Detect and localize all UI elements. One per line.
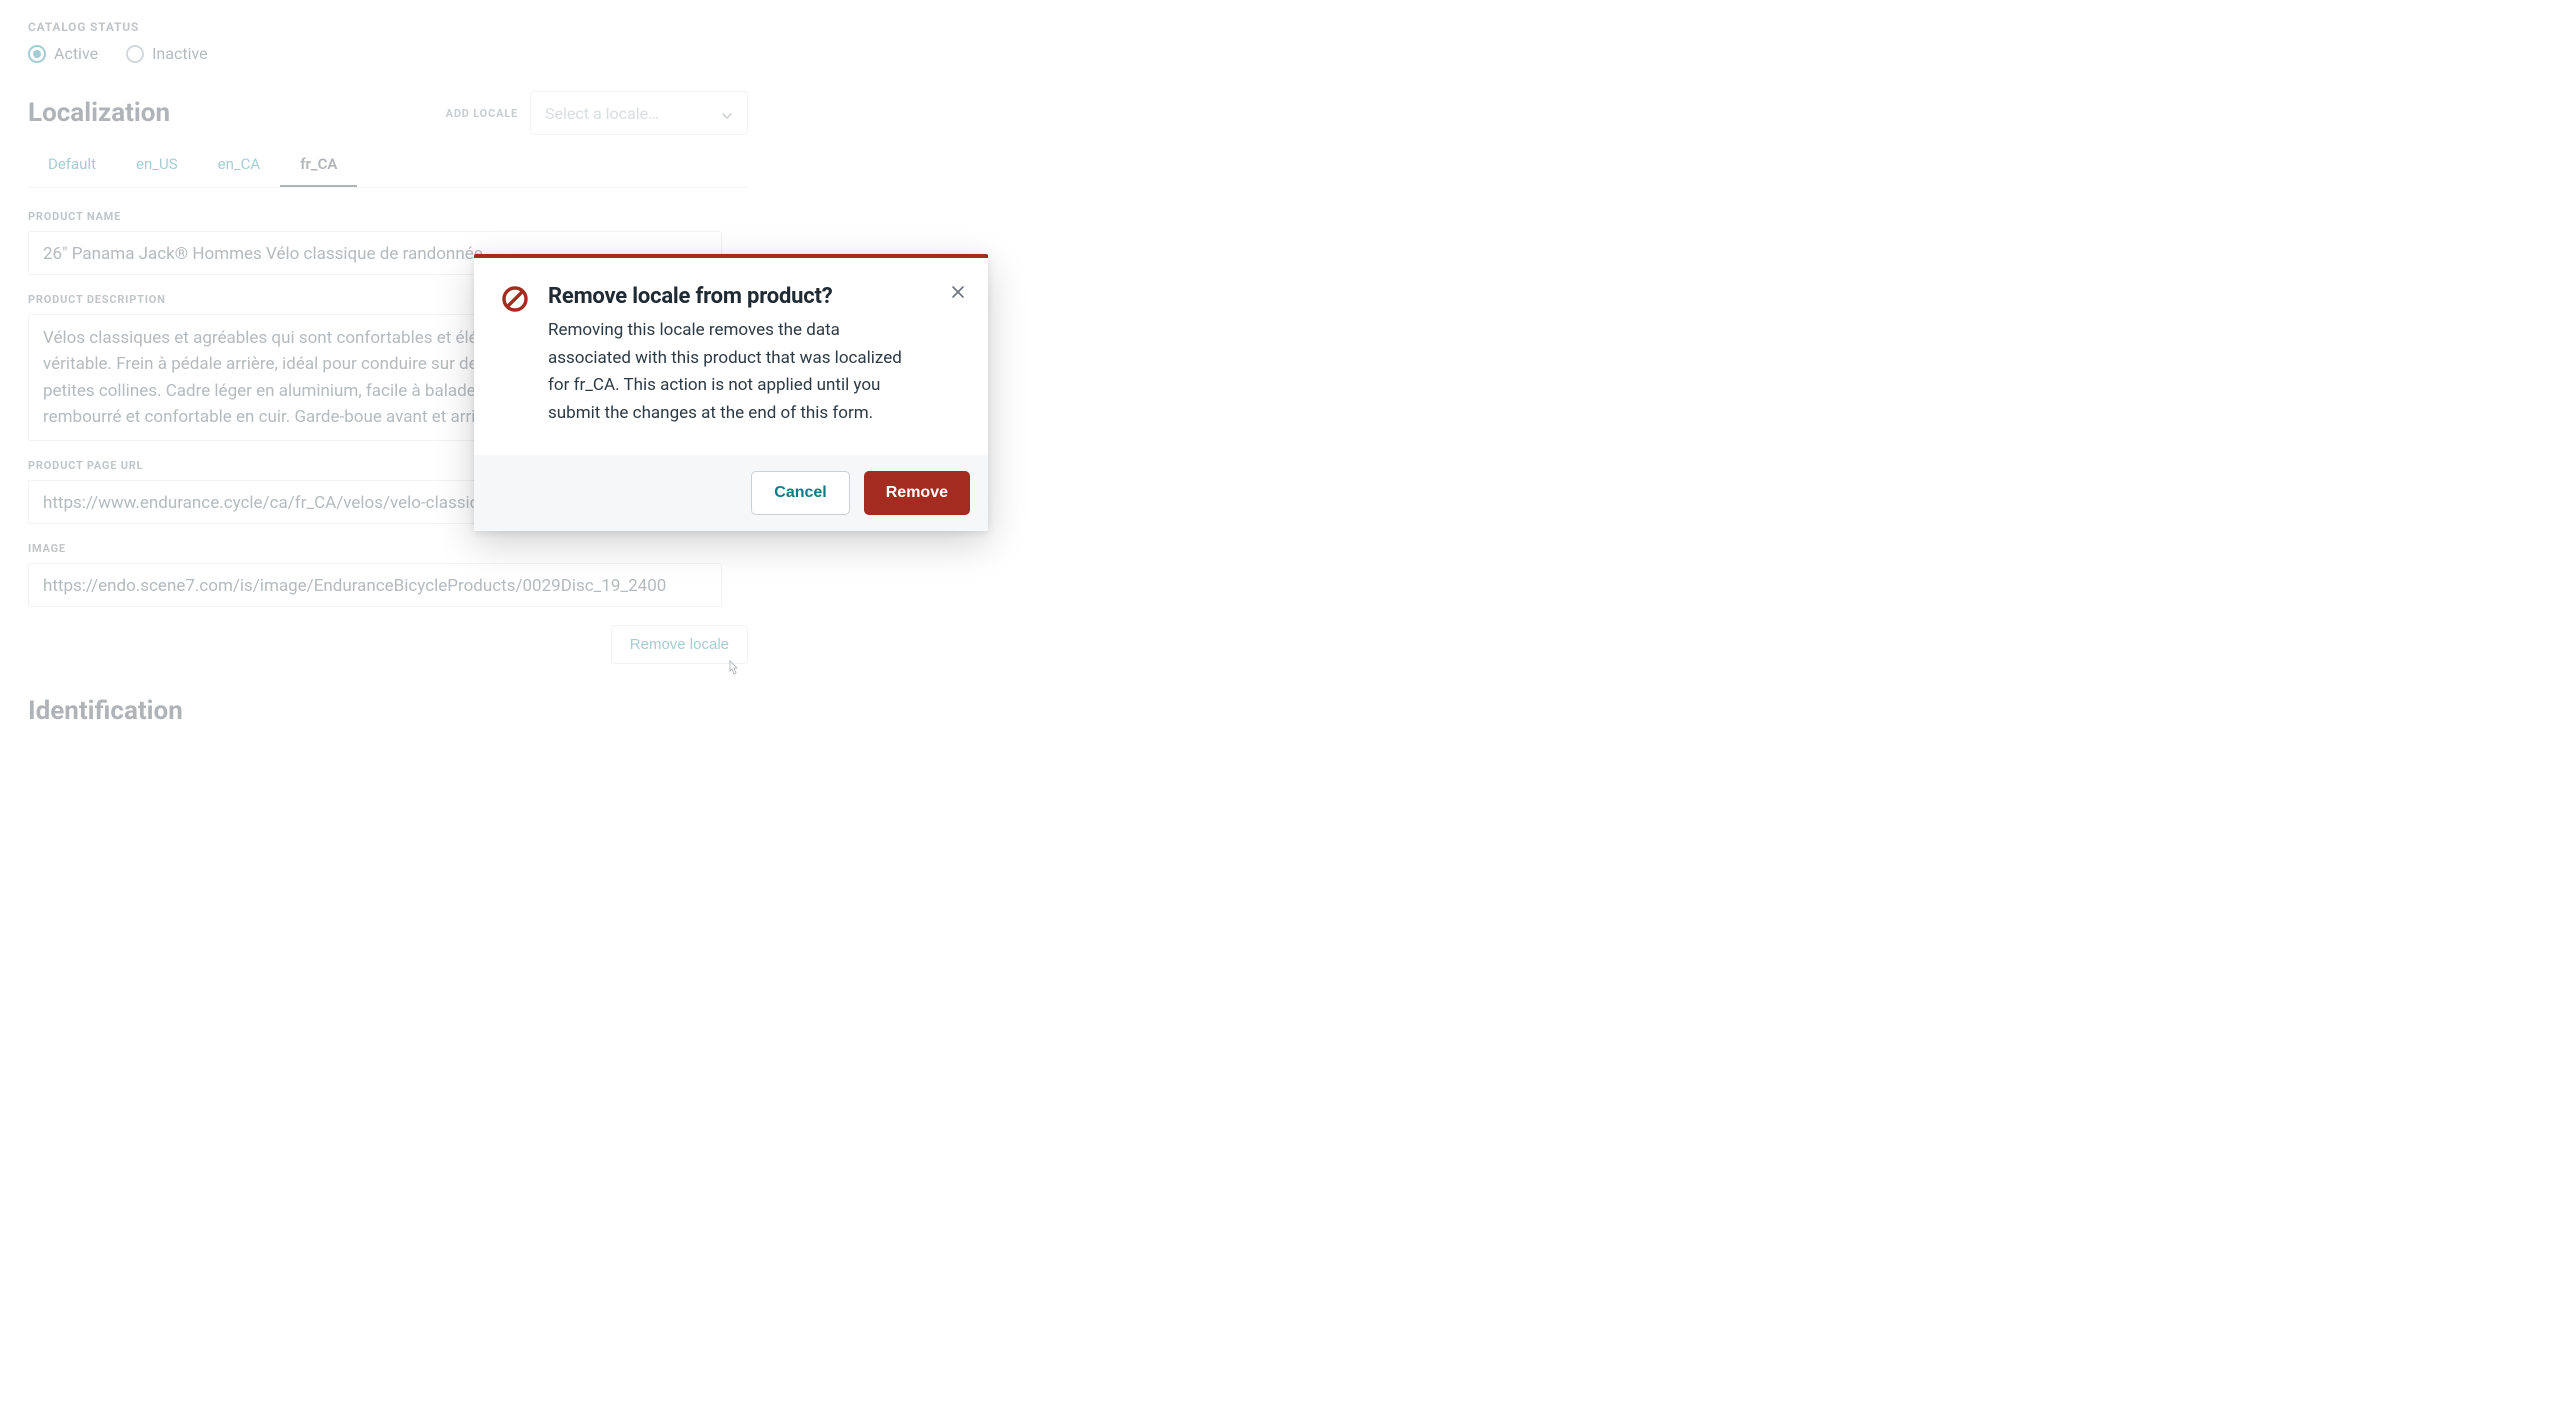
radio-active-label: Active [54,44,98,63]
localization-header: Localization ADD LOCALE Select a locale… [28,91,748,135]
cursor-pointer-icon [724,659,742,683]
radio-inactive-label: Inactive [152,44,208,63]
catalog-status-radio-group: Active Inactive [28,44,2532,63]
localization-heading: Localization [28,98,170,128]
catalog-status-label: CATALOG STATUS [28,20,2532,34]
tab-default[interactable]: Default [28,143,116,187]
radio-icon [126,45,144,63]
product-name-label: PRODUCT NAME [28,210,748,223]
add-locale-label: ADD LOCALE [446,107,518,120]
cancel-button[interactable]: Cancel [751,471,849,515]
image-label: IMAGE [28,542,748,555]
modal-title: Remove locale from product? [548,284,908,309]
locale-tabs: Default en_US en_CA fr_CA [28,143,748,188]
locale-select[interactable]: Select a locale… [530,91,748,135]
modal-close-button[interactable] [946,282,970,306]
field-image: IMAGE https://endo.scene7.com/is/image/E… [28,542,748,607]
tab-en-us[interactable]: en_US [116,143,198,187]
tab-fr-ca[interactable]: fr_CA [280,143,357,187]
prohibit-icon [500,284,530,427]
locale-select-placeholder: Select a locale… [545,104,659,123]
modal-body-text: Removing this locale removes the data as… [548,317,908,427]
add-locale-wrap: ADD LOCALE Select a locale… [446,91,748,135]
remove-locale-modal: Remove locale from product? Removing thi… [474,254,988,531]
radio-active[interactable]: Active [28,44,98,63]
remove-locale-wrap: Remove locale [28,625,748,664]
radio-icon [28,45,46,63]
page-root: CATALOG STATUS Active Inactive Localizat… [0,0,2560,1422]
image-input[interactable]: https://endo.scene7.com/is/image/Enduran… [28,563,722,607]
modal-footer: Cancel Remove [474,455,988,531]
modal-text: Remove locale from product? Removing thi… [548,284,908,427]
remove-button[interactable]: Remove [864,471,970,515]
tab-en-ca[interactable]: en_CA [198,143,281,187]
radio-inactive[interactable]: Inactive [126,44,208,63]
chevron-down-icon [721,107,733,119]
identification-heading: Identification [28,696,2532,726]
close-icon [950,284,966,304]
